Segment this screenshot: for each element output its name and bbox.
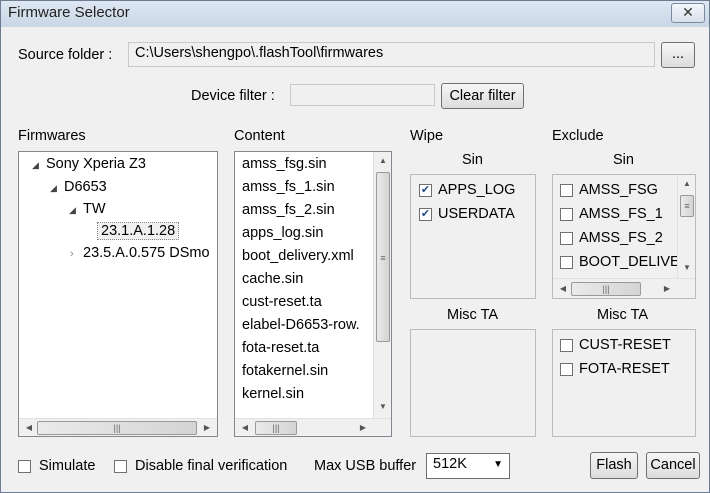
expand-triangle-icon[interactable]: ◢ — [32, 160, 39, 171]
checkbox-unchecked-icon[interactable] — [560, 208, 573, 221]
firmware-selector-window: Firmware Selector ✕ Source folder : C:\U… — [0, 0, 710, 493]
content-vertical-scrollbar[interactable]: ▲ ≡ ▼ — [373, 152, 391, 418]
dropdown-arrow-icon[interactable]: ▼ — [493, 459, 503, 470]
expand-triangle-icon[interactable]: ◢ — [69, 205, 76, 216]
content-item-elabel[interactable]: elabel-D6653-row. — [242, 317, 360, 333]
collapsed-chevron-icon[interactable]: › — [70, 248, 74, 260]
content-item-boot-delivery[interactable]: boot_delivery.xml — [242, 248, 354, 264]
content-item-amss-fs-1[interactable]: amss_fs_1.sin — [242, 179, 335, 195]
source-folder-field[interactable]: C:\Users\shengpo\.flashTool\firmwares — [128, 42, 655, 67]
exclude-misc-ta-panel: CUST-RESET FOTA-RESET — [552, 329, 696, 437]
tree-scroll-thumb[interactable]: ||| — [37, 421, 197, 435]
device-filter-input[interactable] — [290, 84, 435, 106]
content-item-fota-reset[interactable]: fota-reset.ta — [242, 340, 319, 356]
checkbox-unchecked-icon[interactable] — [114, 460, 127, 473]
source-folder-label: Source folder : — [18, 47, 113, 63]
scroll-up-arrow-icon[interactable]: ▲ — [375, 156, 391, 165]
scroll-left-arrow-icon[interactable]: ◀ — [21, 423, 37, 432]
checkbox-unchecked-icon[interactable] — [560, 184, 573, 197]
close-button[interactable]: ✕ — [671, 3, 705, 23]
title-bar[interactable]: Firmware Selector ✕ — [1, 1, 709, 27]
tree-node-23-1-a-1-28[interactable]: 23.1.A.1.28 — [97, 222, 180, 240]
exclude-hscroll-thumb[interactable]: ||| — [571, 282, 641, 296]
expand-triangle-icon[interactable]: ◢ — [50, 183, 57, 194]
scroll-right-arrow-icon[interactable]: ▶ — [659, 284, 675, 293]
checkbox-unchecked-icon[interactable] — [560, 256, 573, 269]
checkbox-unchecked-icon[interactable] — [560, 363, 573, 376]
flash-button[interactable]: Flash — [590, 452, 638, 479]
content-item-cust-reset[interactable]: cust-reset.ta — [242, 294, 322, 310]
exclude-horizontal-scrollbar[interactable]: ◀ ||| ▶ — [553, 278, 695, 298]
browse-button[interactable]: ... — [661, 42, 695, 68]
checkbox-unchecked-icon[interactable] — [560, 232, 573, 245]
wipe-sin-label: Sin — [462, 152, 483, 168]
scroll-right-arrow-icon[interactable]: ▶ — [199, 423, 215, 432]
device-filter-label: Device filter : — [191, 88, 275, 104]
wipe-misc-ta-panel — [410, 329, 536, 437]
scroll-left-arrow-icon[interactable]: ◀ — [555, 284, 571, 293]
content-item-fotakernel[interactable]: fotakernel.sin — [242, 363, 328, 379]
content-list[interactable]: amss_fsg.sin amss_fs_1.sin amss_fs_2.sin… — [234, 151, 392, 437]
dialog-content: Source folder : C:\Users\shengpo\.flashT… — [1, 28, 709, 492]
scroll-left-arrow-icon[interactable]: ◀ — [237, 423, 253, 432]
clear-filter-button[interactable]: Clear filter — [441, 83, 524, 109]
wipe-misc-ta-label: Misc TA — [447, 307, 499, 323]
firmwares-tree[interactable]: ◢ Sony Xperia Z3 ◢ D6653 ◢ TW 23.1.A.1.2… — [18, 151, 218, 437]
content-item-amss-fsg[interactable]: amss_fsg.sin — [242, 156, 327, 172]
checkbox-checked-icon[interactable]: ✔ — [419, 208, 432, 221]
content-horizontal-scrollbar[interactable]: ◀ ||| ▶ — [235, 418, 391, 436]
max-usb-buffer-select[interactable]: 512K ▼ — [426, 453, 510, 479]
checkbox-unchecked-icon[interactable] — [18, 460, 31, 473]
window-title: Firmware Selector — [8, 4, 130, 21]
tree-horizontal-scrollbar[interactable]: ◀ ||| ▶ — [19, 418, 217, 436]
content-header: Content — [234, 128, 285, 144]
content-item-apps-log[interactable]: apps_log.sin — [242, 225, 323, 241]
exclude-sin-label: Sin — [613, 152, 634, 168]
exclude-sin-panel[interactable]: AMSS_FSG AMSS_FS_1 AMSS_FS_2 BOOT_DELIVE… — [552, 174, 696, 299]
content-item-kernel[interactable]: kernel.sin — [242, 386, 304, 402]
scroll-right-arrow-icon[interactable]: ▶ — [355, 423, 371, 432]
scroll-up-arrow-icon[interactable]: ▲ — [679, 179, 695, 188]
exclude-header: Exclude — [552, 128, 604, 144]
exclude-vertical-scrollbar[interactable]: ▲ ≡ ▼ — [677, 175, 695, 278]
max-usb-buffer-label: Max USB buffer — [314, 458, 417, 474]
exclude-misc-ta-label: Misc TA — [597, 307, 649, 323]
scroll-down-arrow-icon[interactable]: ▼ — [679, 263, 695, 272]
scroll-down-arrow-icon[interactable]: ▼ — [375, 402, 391, 411]
checkbox-unchecked-icon[interactable] — [560, 339, 573, 352]
exclude-vscroll-thumb[interactable]: ≡ — [680, 195, 694, 217]
cancel-button[interactable]: Cancel — [646, 452, 700, 479]
content-vscroll-thumb[interactable]: ≡ — [376, 172, 390, 342]
wipe-header: Wipe — [410, 128, 444, 144]
content-item-cache[interactable]: cache.sin — [242, 271, 303, 287]
wipe-sin-panel: ✔ APPS_LOG ✔ USERDATA — [410, 174, 536, 299]
firmwares-header: Firmwares — [18, 128, 86, 144]
content-item-amss-fs-2[interactable]: amss_fs_2.sin — [242, 202, 335, 218]
content-hscroll-thumb[interactable]: ||| — [255, 421, 297, 435]
checkbox-checked-icon[interactable]: ✔ — [419, 184, 432, 197]
close-icon: ✕ — [682, 4, 694, 20]
